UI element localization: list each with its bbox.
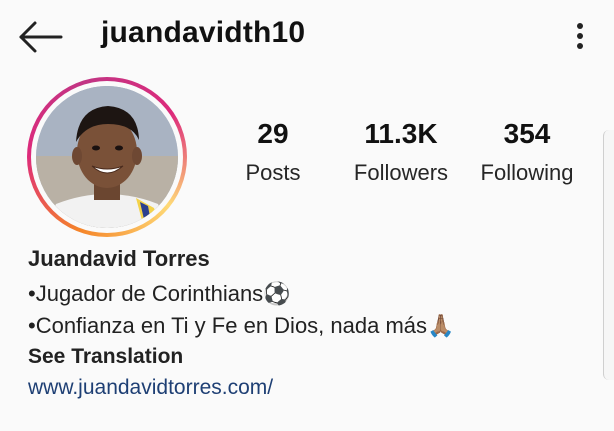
website-link[interactable]: www.juandavidtorres.com/ [28,372,588,404]
full-name: Juandavid Torres [28,246,210,271]
followers-label: Followers [353,160,449,185]
bio-line-2: •Confianza en Ti y Fe en Dios, nada más🙏… [28,313,455,338]
posts-count: 29 [257,118,289,149]
stat-following[interactable]: 354 Following [474,118,580,186]
posts-label: Posts [245,160,301,185]
following-count: 354 [503,118,551,149]
arrow-left-icon[interactable] [18,20,64,54]
stat-followers[interactable]: 11.3K Followers [346,118,456,186]
profile-username: juandavidth10 [101,16,306,49]
avatar-image [36,86,178,228]
see-translation-button[interactable]: See Translation [28,342,588,372]
profile-bio: Juandavid Torres •Jugador de Corinthians… [28,246,588,404]
avatar[interactable] [36,86,178,228]
stat-posts[interactable]: 29 Posts [243,118,303,186]
followers-count: 11.3K [364,118,438,149]
side-panel-edge [603,130,614,380]
bio-line-1: •Jugador de Corinthians⚽ [28,281,291,306]
following-label: Following [480,160,574,185]
top-bar: juandavidth10 [0,0,614,76]
more-vertical-icon[interactable] [566,20,594,54]
story-ring[interactable] [27,77,187,237]
